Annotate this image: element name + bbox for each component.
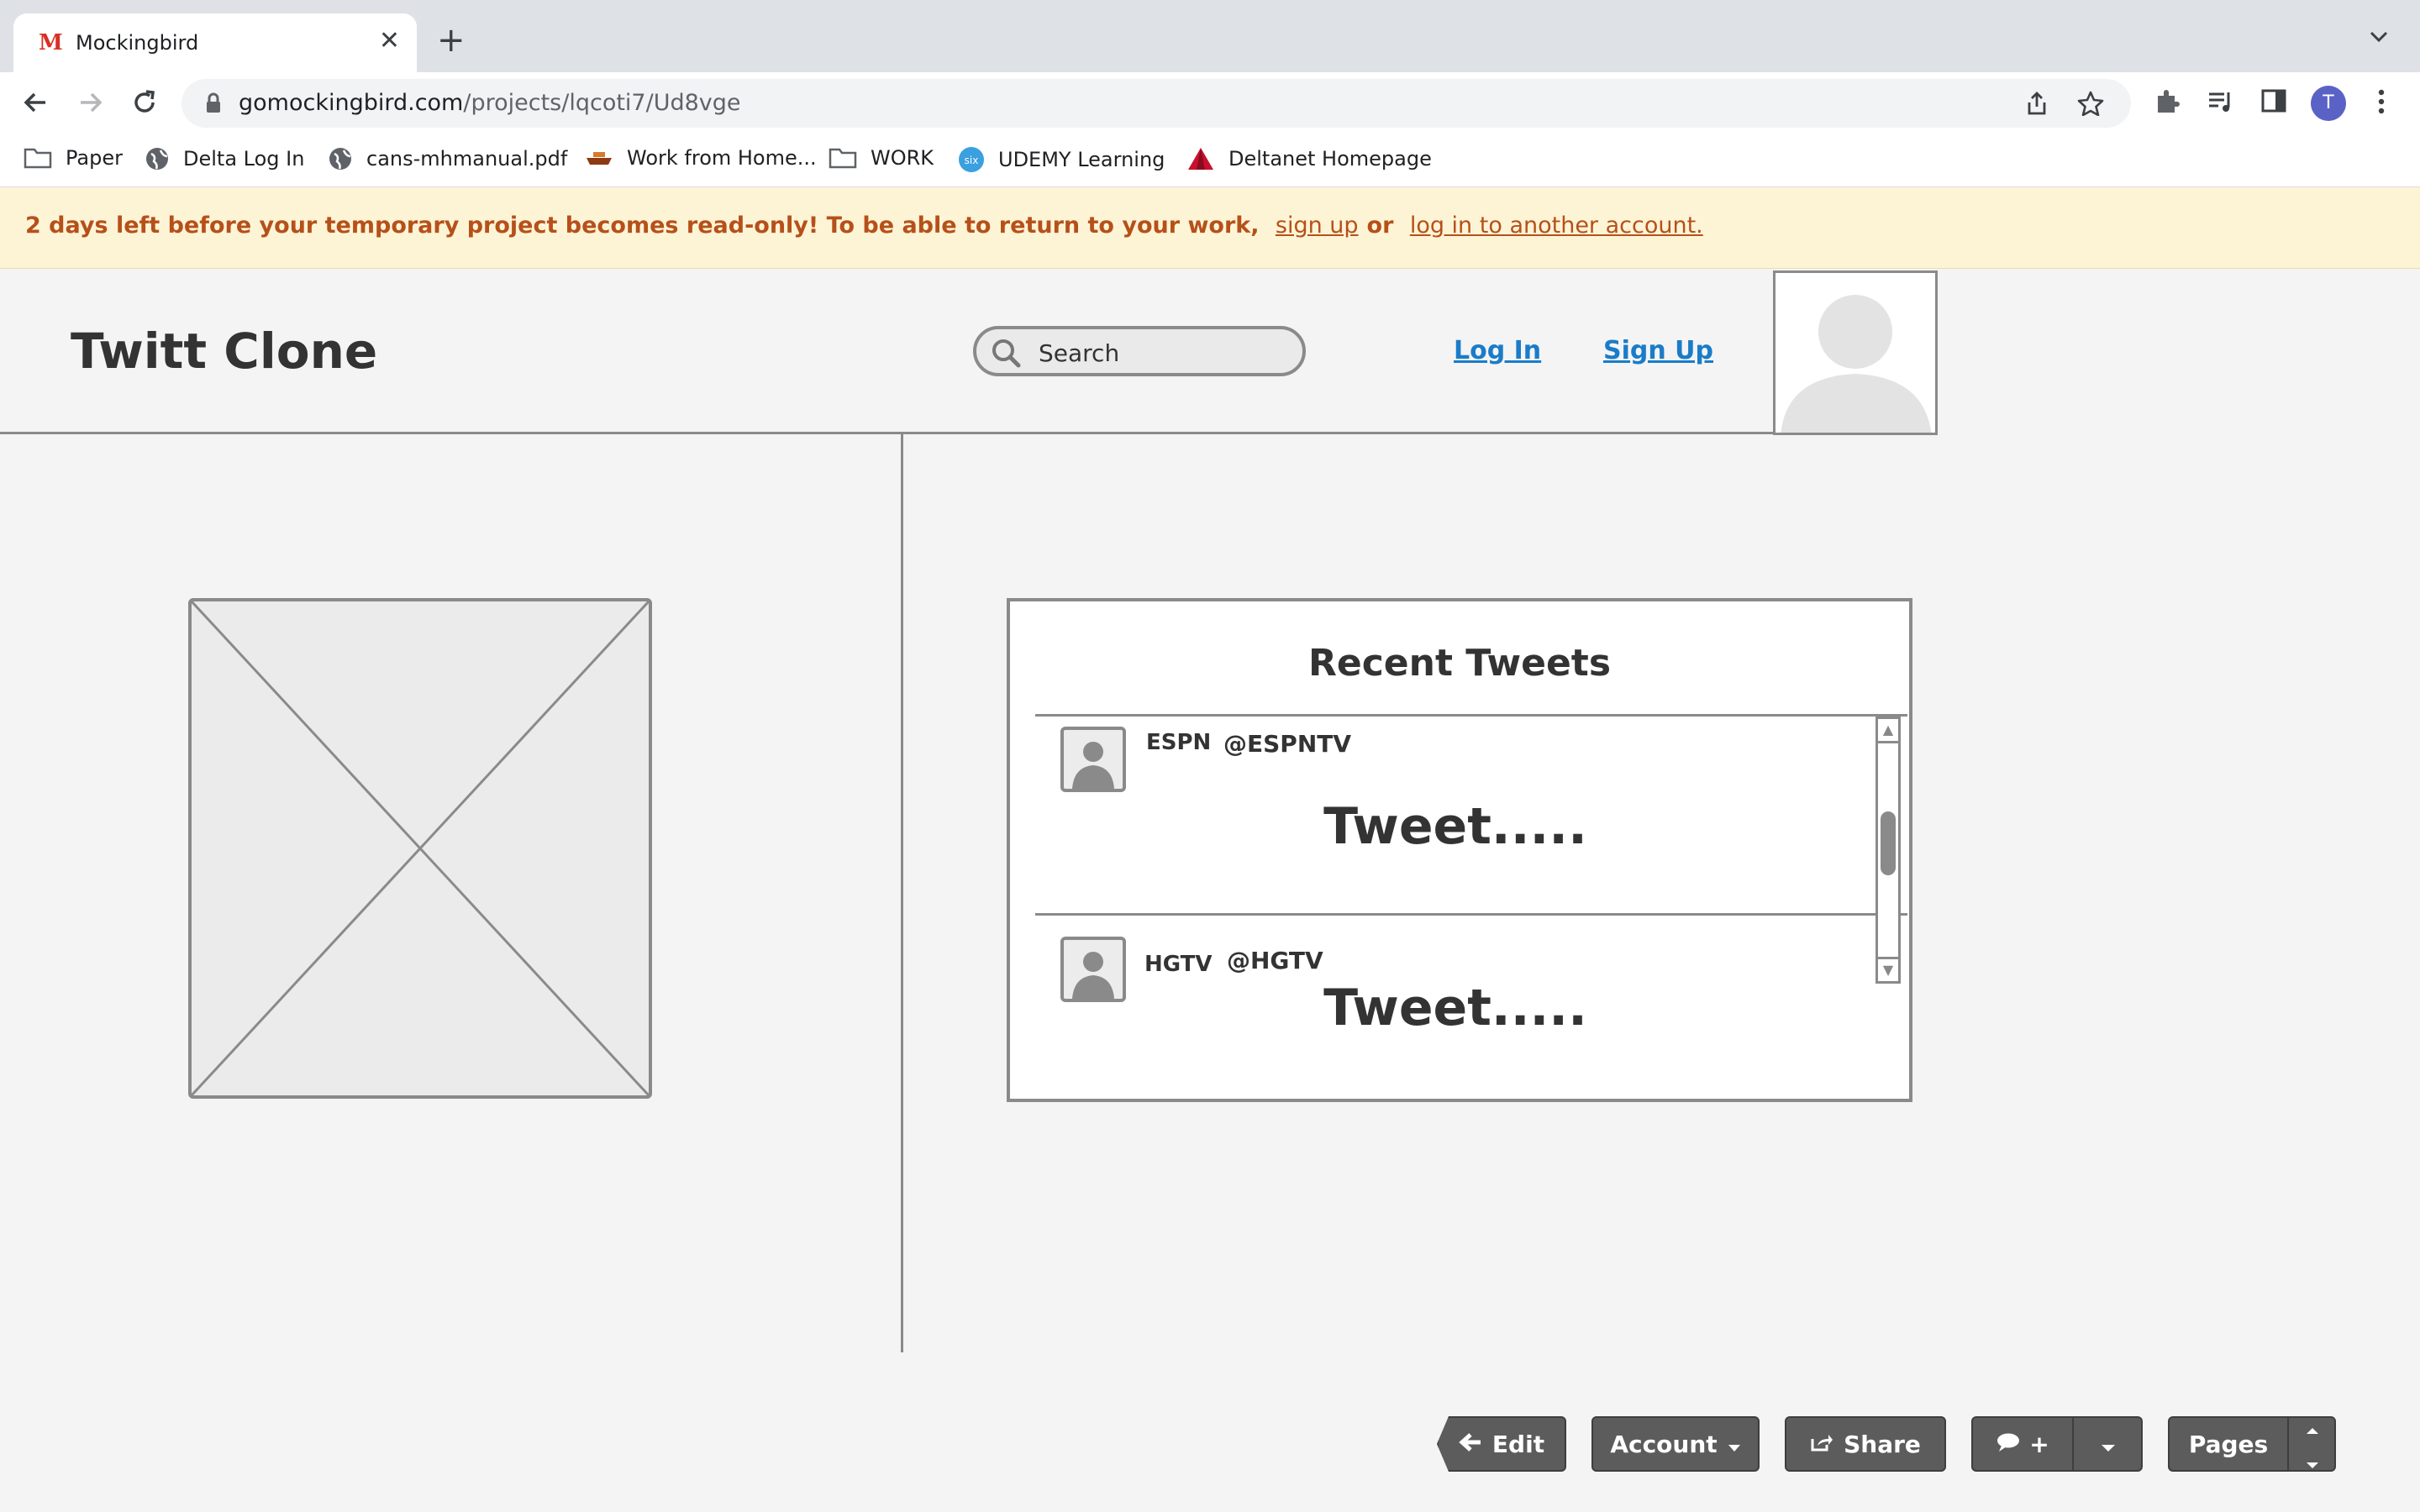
tweets-list: ESPN @ESPNTV Tweet..... HGTV @HGTV Tweet… bbox=[1035, 714, 1907, 1037]
comment-button-group[interactable]: + bbox=[1971, 1416, 2143, 1472]
svg-text:six: six bbox=[965, 155, 979, 166]
banner-text: 2 days left before your temporary projec… bbox=[25, 213, 1260, 239]
banner-log-in-link[interactable]: log in to another account. bbox=[1410, 213, 1703, 239]
pages-button-label: Pages bbox=[2188, 1430, 2269, 1458]
tweet-author-handle: @ESPNTV bbox=[1223, 730, 1352, 758]
bookmark-label: UDEMY Learning bbox=[998, 148, 1165, 171]
pages-stepper[interactable] bbox=[2287, 1418, 2336, 1470]
back-arrow-icon[interactable] bbox=[20, 87, 50, 118]
temporary-project-banner: 2 days left before your temporary projec… bbox=[0, 187, 2420, 269]
browser-tab-strip: M Mockingbird ✕ + bbox=[0, 0, 2420, 72]
tweet-author-name: ESPN bbox=[1146, 730, 1212, 755]
url-text[interactable]: gomockingbird.com/projects/lqcoti7/Ud8vg… bbox=[239, 90, 741, 116]
media-queue-icon[interactable] bbox=[2207, 87, 2235, 119]
tweet-body: Tweet..... bbox=[1323, 797, 1587, 856]
mockup-app-title: Twitt Clone bbox=[71, 323, 378, 380]
column-divider bbox=[901, 433, 903, 1352]
reload-icon[interactable] bbox=[129, 87, 160, 118]
bookmark-work[interactable]: WORK bbox=[829, 146, 934, 170]
speech-bubble-icon bbox=[1996, 1431, 2021, 1458]
pages-button-group[interactable]: Pages bbox=[2168, 1416, 2336, 1472]
tweet-author-name: HGTV bbox=[1144, 952, 1213, 977]
folder-icon bbox=[829, 147, 857, 169]
share-page-icon[interactable] bbox=[2025, 91, 2049, 119]
browser-tab-active[interactable]: M Mockingbird ✕ bbox=[13, 13, 417, 72]
account-button[interactable]: Account bbox=[1591, 1416, 1760, 1472]
header-divider bbox=[0, 432, 1773, 434]
user-silhouette-icon bbox=[1072, 742, 1114, 789]
udemy-icon: six bbox=[958, 146, 985, 173]
tweet-avatar bbox=[1060, 727, 1126, 792]
new-tab-button[interactable]: + bbox=[437, 24, 466, 57]
banner-message: 2 days left before your temporary projec… bbox=[25, 213, 1712, 239]
bookmark-paper[interactable]: Paper bbox=[24, 146, 123, 170]
edit-button-label: Edit bbox=[1491, 1430, 1545, 1458]
forward-arrow-icon[interactable] bbox=[76, 87, 106, 118]
bookmark-label: Paper bbox=[66, 146, 123, 170]
banner-or: or bbox=[1366, 213, 1394, 239]
scroll-up-icon[interactable]: ▲ bbox=[1878, 719, 1898, 743]
mockup-log-in-link[interactable]: Log In bbox=[1454, 336, 1541, 365]
bookmark-work-from-home[interactable]: Work from Home... bbox=[585, 146, 817, 170]
recent-tweets-panel: Recent Tweets ESPN @ESPNTV Tweet..... HG… bbox=[1007, 598, 1912, 1102]
caret-down-icon[interactable] bbox=[2306, 1447, 2319, 1475]
comment-dropdown-toggle[interactable] bbox=[2072, 1418, 2143, 1470]
account-button-label: Account bbox=[1610, 1430, 1718, 1458]
share-button-label: Share bbox=[1844, 1430, 1921, 1458]
bookmark-udemy-learning[interactable]: six UDEMY Learning bbox=[958, 146, 1165, 173]
scroll-down-icon[interactable]: ▼ bbox=[1878, 957, 1898, 981]
tweet-author-handle: @HGTV bbox=[1227, 947, 1323, 974]
bookmark-delta-log-in[interactable]: Delta Log In bbox=[145, 146, 304, 171]
gmail-favicon-icon: M bbox=[39, 30, 63, 55]
share-icon bbox=[1810, 1431, 1833, 1458]
profile-placeholder-image bbox=[1773, 270, 1938, 435]
tab-search-chevron-icon[interactable] bbox=[2370, 30, 2388, 46]
recent-tweets-title: Recent Tweets bbox=[1307, 642, 1612, 685]
boat-icon bbox=[585, 148, 613, 168]
caret-down-icon bbox=[2101, 1431, 2116, 1458]
bookmark-label: Deltanet Homepage bbox=[1228, 147, 1432, 171]
delta-logo-icon bbox=[1186, 146, 1215, 171]
search-placeholder: Search bbox=[1039, 339, 1120, 367]
mockup-search-input[interactable]: Search bbox=[973, 326, 1306, 376]
bookmarks-bar: Paper Delta Log In cans-mhmanual.pdf Wor… bbox=[0, 133, 2420, 187]
scroll-thumb[interactable] bbox=[1881, 811, 1896, 875]
pages-button[interactable]: Pages bbox=[2170, 1431, 2287, 1458]
bookmark-cans-mhmanual[interactable]: cans-mhmanual.pdf bbox=[328, 146, 567, 171]
lock-icon[interactable] bbox=[205, 92, 222, 118]
close-tab-icon[interactable]: ✕ bbox=[379, 29, 400, 54]
extensions-puzzle-icon[interactable] bbox=[2153, 87, 2181, 119]
bookmark-label: cans-mhmanual.pdf bbox=[366, 147, 568, 171]
banner-sign-up-link[interactable]: sign up bbox=[1276, 213, 1359, 239]
tab-title: Mockingbird bbox=[76, 31, 199, 55]
globe-icon bbox=[145, 146, 170, 171]
bookmark-label: WORK bbox=[871, 146, 934, 170]
more-menu-icon[interactable] bbox=[2376, 87, 2386, 119]
browser-toolbar: gomockingbird.com/projects/lqcoti7/Ud8vg… bbox=[0, 72, 2420, 133]
profile-avatar[interactable]: T bbox=[2311, 86, 2346, 121]
add-comment-label: + bbox=[2029, 1430, 2049, 1458]
bookmark-star-icon[interactable] bbox=[2077, 91, 2104, 119]
tweet-body: Tweet..... bbox=[1323, 979, 1587, 1037]
globe-icon bbox=[328, 146, 353, 171]
tweets-scrollbar[interactable]: ▲ ▼ bbox=[1876, 717, 1901, 984]
bookmark-label: Work from Home... bbox=[627, 146, 817, 170]
share-button[interactable]: Share bbox=[1785, 1416, 1946, 1472]
image-placeholder bbox=[188, 598, 652, 1099]
arrow-left-icon bbox=[1459, 1431, 1482, 1458]
bookmark-label: Delta Log In bbox=[183, 147, 305, 171]
tweet-separator bbox=[1035, 913, 1907, 916]
side-panel-icon[interactable] bbox=[2260, 87, 2287, 118]
mockup-sign-up-link[interactable]: Sign Up bbox=[1603, 336, 1713, 365]
caret-down-icon bbox=[1728, 1431, 1741, 1458]
folder-icon bbox=[24, 147, 52, 169]
add-comment-button[interactable]: + bbox=[1973, 1431, 2072, 1458]
image-placeholder-cross-icon bbox=[190, 600, 650, 1097]
search-icon bbox=[990, 338, 1027, 371]
bookmark-deltanet-homepage[interactable]: Deltanet Homepage bbox=[1186, 146, 1432, 171]
user-silhouette-icon bbox=[1781, 295, 1932, 433]
edit-button[interactable]: Edit bbox=[1437, 1416, 1566, 1472]
address-bar[interactable]: gomockingbird.com/projects/lqcoti7/Ud8vg… bbox=[182, 79, 2131, 128]
caret-up-icon[interactable] bbox=[2306, 1413, 2319, 1441]
